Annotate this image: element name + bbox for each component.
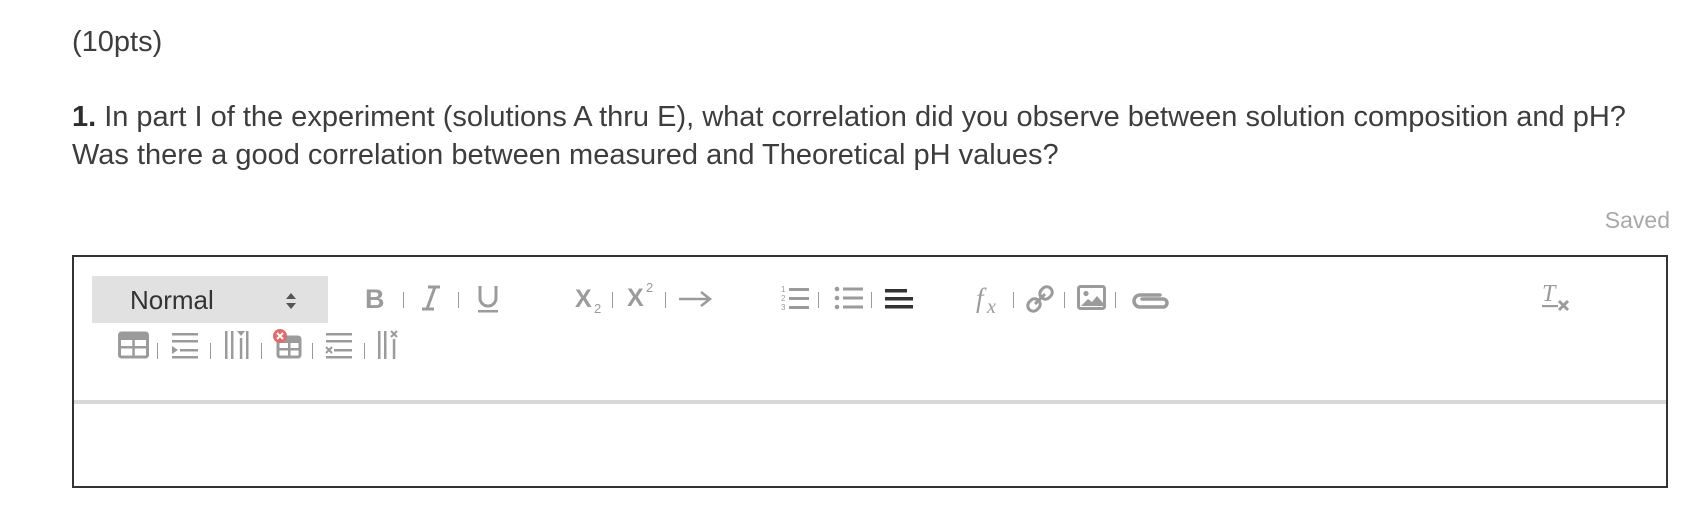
svg-text:B: B (365, 285, 385, 311)
toolbar-divider (403, 292, 404, 308)
svg-text:3: 3 (781, 303, 786, 312)
toolbar-divider (1064, 292, 1065, 308)
align-left-icon (885, 285, 915, 313)
underline-icon (476, 284, 500, 314)
clear-format-button[interactable]: T (1540, 281, 1572, 313)
question-prompt: 1. In part I of the experiment (solutions… (72, 98, 1632, 174)
toolbar-divider (1115, 292, 1116, 308)
format-select-value: Normal (130, 285, 214, 315)
ordered-list-button[interactable]: 123 (781, 284, 811, 314)
question-points: (10pts) (72, 26, 163, 58)
editor-content-area[interactable] (74, 404, 1666, 486)
toolbar-divider (458, 292, 459, 308)
ordered-list-icon: 123 (781, 284, 811, 314)
clear-format-icon: T (1540, 281, 1572, 313)
image-button[interactable] (1077, 285, 1107, 311)
link-button[interactable] (1025, 284, 1055, 314)
italic-button[interactable] (420, 285, 442, 311)
attachment-button[interactable] (1130, 287, 1172, 315)
question-text: In part I of the experiment (solutions A… (72, 101, 1626, 171)
image-icon (1077, 285, 1107, 311)
delete-row-icon (324, 331, 356, 361)
align-button[interactable] (885, 285, 915, 313)
select-arrows-icon (284, 288, 298, 319)
bullet-list-button[interactable] (834, 284, 864, 314)
toolbar-divider (612, 292, 613, 308)
formula-button[interactable]: fx (975, 283, 1007, 317)
delete-table-button[interactable] (272, 327, 304, 361)
insert-row-icon (170, 331, 202, 359)
superscript-button[interactable]: X2 (627, 281, 659, 311)
editor-toolbar: Normal B X2 X 2 1 2 3 f x T (74, 257, 1666, 403)
table-icon (118, 331, 150, 359)
toolbar-divider (818, 292, 819, 308)
svg-text:T: T (1542, 281, 1557, 307)
svg-text:x: x (986, 296, 996, 317)
right-arrow-icon (677, 289, 713, 309)
italic-icon (420, 285, 442, 311)
formula-icon: fx (975, 283, 1007, 317)
rich-text-editor: Normal B X2 X 2 1 2 3 f x T (72, 255, 1668, 488)
svg-text:1: 1 (781, 285, 786, 294)
insert-column-button[interactable] (223, 329, 251, 361)
superscript-icon: X2 (627, 281, 659, 311)
toolbar-divider (157, 343, 158, 359)
toolbar-divider (312, 343, 313, 359)
toolbar-divider (210, 343, 211, 359)
svg-text:2: 2 (781, 294, 786, 303)
toolbar-divider (665, 292, 666, 308)
saved-status: Saved (1604, 207, 1670, 233)
insert-table-button[interactable] (118, 331, 150, 359)
subscript-icon: X2 (575, 285, 607, 315)
insert-row-button[interactable] (170, 331, 202, 359)
svg-text:2: 2 (594, 301, 601, 315)
bullet-list-icon (834, 284, 864, 314)
delete-table-icon (272, 327, 304, 361)
format-select[interactable]: Normal (92, 276, 328, 323)
delete-column-icon (376, 329, 404, 361)
toolbar-divider (364, 343, 365, 359)
arrow-button[interactable] (677, 289, 713, 309)
delete-column-button[interactable] (376, 329, 404, 361)
subscript-button[interactable]: X2 (575, 285, 607, 315)
bold-button[interactable]: B (364, 285, 386, 311)
question-number: 1. (72, 101, 97, 133)
svg-text:X: X (627, 284, 644, 311)
insert-column-icon (223, 329, 251, 361)
underline-button[interactable] (476, 284, 500, 314)
svg-text:f: f (976, 283, 987, 313)
toolbar-divider (261, 343, 262, 359)
bold-icon: B (364, 285, 386, 311)
paperclip-icon (1130, 287, 1172, 315)
svg-text:2: 2 (646, 281, 653, 295)
svg-text:X: X (575, 285, 592, 313)
link-icon (1025, 284, 1055, 314)
toolbar-divider (1013, 292, 1014, 308)
toolbar-divider (871, 292, 872, 308)
delete-row-button[interactable] (324, 331, 356, 361)
